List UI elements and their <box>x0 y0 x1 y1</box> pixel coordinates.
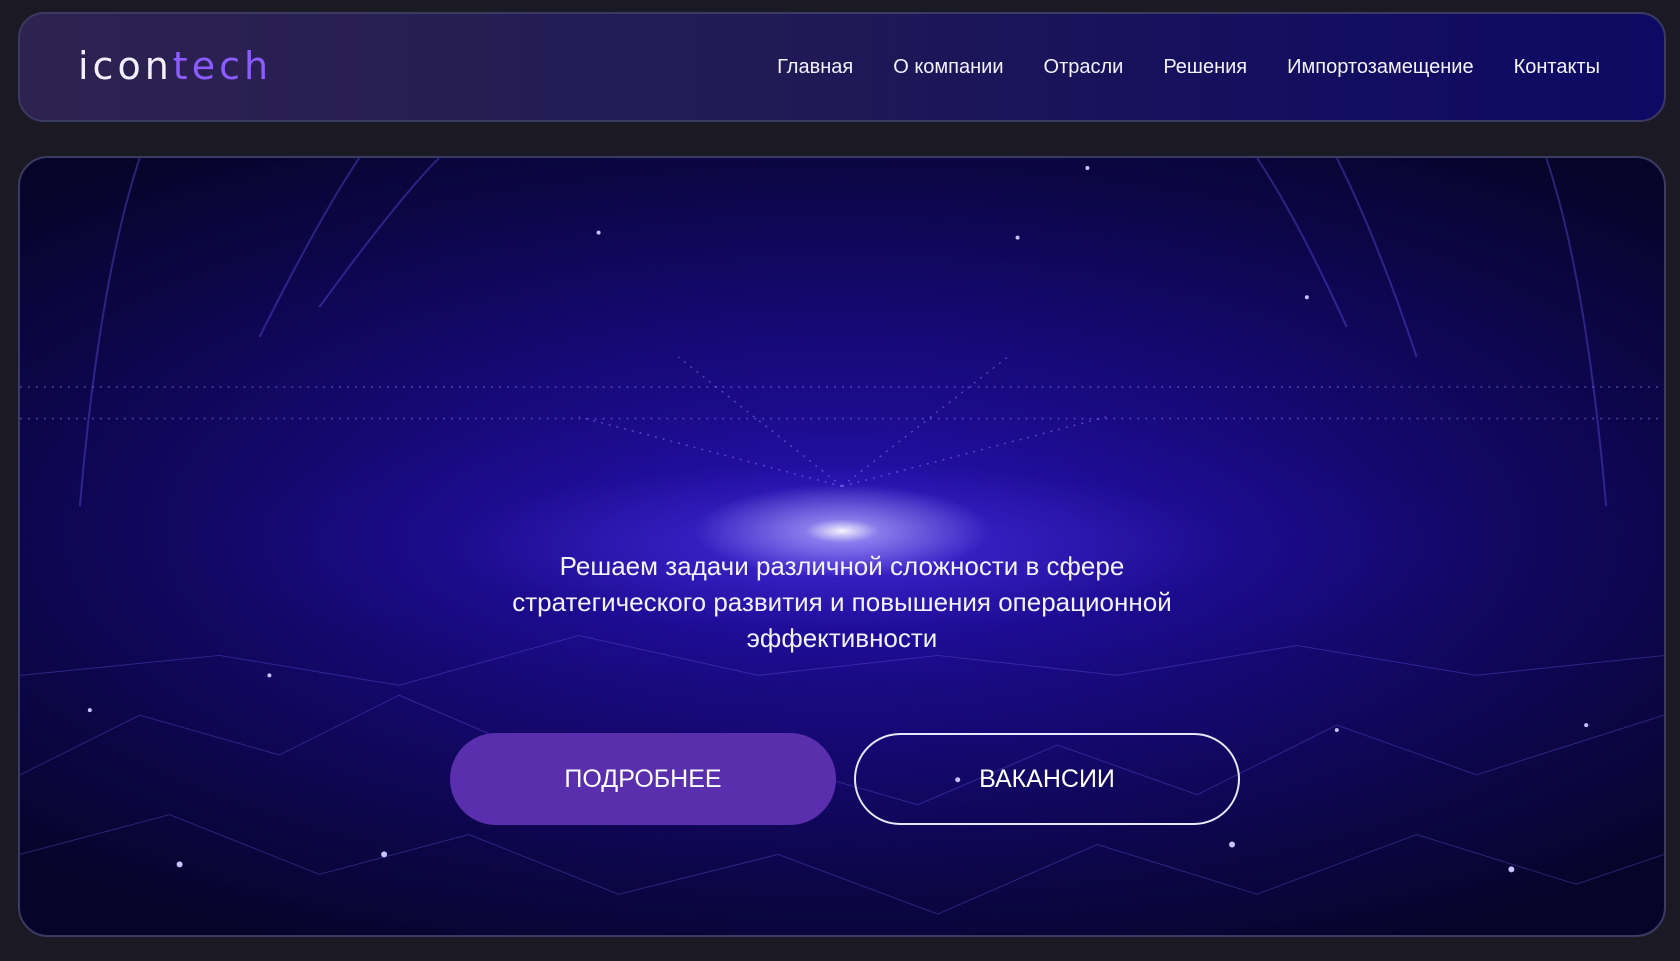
site-header: icontech Главная О компании Отрасли Реше… <box>18 12 1666 122</box>
hero-background-image <box>20 158 1664 915</box>
more-button[interactable]: ПОДРОБНЕЕ <box>450 733 836 825</box>
hero-section: Решаем задачи различной сложности в сфер… <box>18 156 1666 937</box>
nav-item-about[interactable]: О компании <box>893 56 1003 79</box>
jobs-button[interactable]: ВАКАНСИИ <box>854 733 1240 825</box>
hero-tagline: Решаем задачи различной сложности в сфер… <box>20 548 1664 656</box>
nav-item-industries[interactable]: Отрасли <box>1044 56 1124 79</box>
hero-tagline-line-2: стратегического развития и повышения опе… <box>512 587 1172 617</box>
nav-item-solutions[interactable]: Решения <box>1163 56 1247 79</box>
main-nav: Главная О компании Отрасли Решения Импор… <box>777 14 1600 120</box>
nav-item-contacts[interactable]: Контакты <box>1514 56 1600 79</box>
logo-text-tech: tech <box>172 44 273 88</box>
brand-logo[interactable]: icontech <box>78 44 272 88</box>
logo-text-icon: icon <box>78 44 173 88</box>
nav-item-import-substitution[interactable]: Импортозамещение <box>1287 56 1473 79</box>
hero-tagline-line-1: Решаем задачи различной сложности в сфер… <box>559 551 1125 581</box>
hero-tagline-line-3: эффективности <box>746 623 938 653</box>
nav-item-home[interactable]: Главная <box>777 56 853 79</box>
